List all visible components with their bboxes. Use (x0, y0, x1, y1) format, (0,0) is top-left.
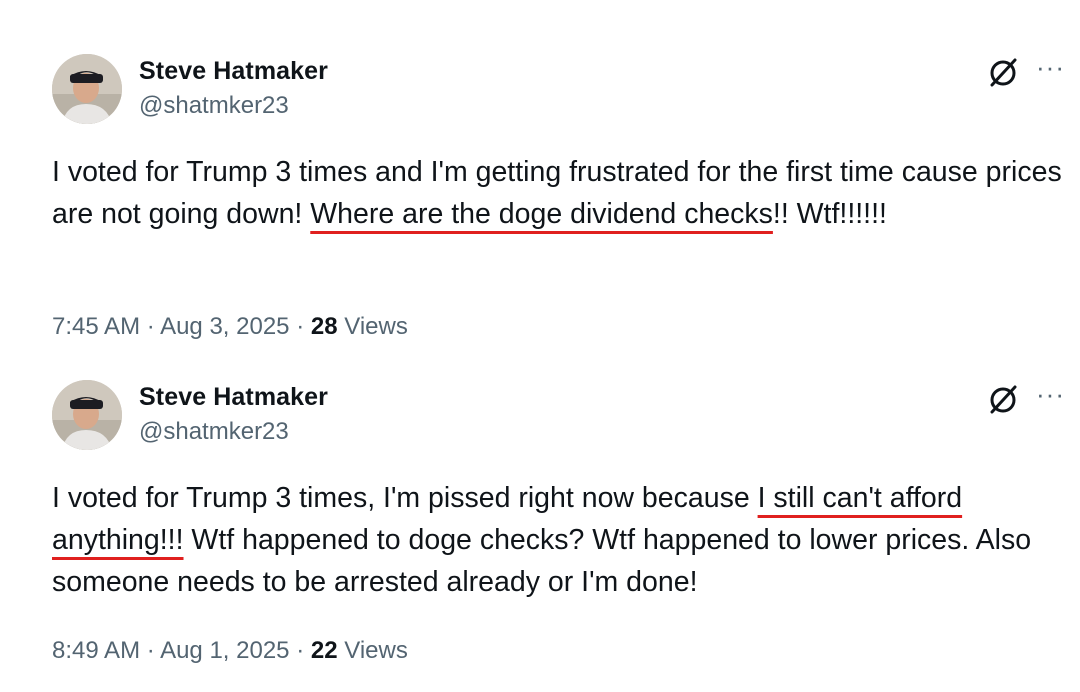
more-options-icon[interactable]: ··· (1036, 52, 1065, 83)
more-options-icon[interactable]: ··· (1036, 379, 1065, 410)
separator: · (296, 637, 305, 664)
tweet-text-part: I voted for Trump 3 times, I'm pissed ri… (52, 482, 758, 514)
tweet-2[interactable]: Steve Hatmaker @shatmker23 ··· I voted f… (0, 360, 1080, 692)
views-label: Views (344, 313, 408, 340)
avatar[interactable] (52, 380, 122, 450)
tweet-time[interactable]: 8:49 AM (52, 637, 140, 664)
tweet-meta: 8:49 AM · Aug 1, 2025 · 22 Views (52, 637, 408, 665)
avatar-photo (52, 54, 122, 124)
separator: · (146, 637, 155, 664)
author-handle[interactable]: @shatmker23 (139, 92, 289, 120)
views-count: 22 (310, 637, 338, 664)
tweet-text-part: !! Wtf!!!!!! (772, 198, 887, 230)
tweet-text: I voted for Trump 3 times and I'm gettin… (52, 151, 1062, 235)
views-label: Views (344, 637, 408, 664)
author-name[interactable]: Steve Hatmaker (139, 383, 328, 412)
separator: · (146, 313, 155, 340)
tweet-date[interactable]: Aug 3, 2025 (160, 313, 289, 340)
tweet-text: I voted for Trump 3 times, I'm pissed ri… (52, 477, 1062, 603)
separator: · (296, 313, 305, 340)
tweet-text-part: Wtf happened to doge checks? Wtf happene… (52, 524, 1032, 598)
tweet-date[interactable]: Aug 1, 2025 (160, 637, 289, 664)
tweet-time[interactable]: 7:45 AM (52, 313, 140, 340)
avatar-photo (52, 380, 122, 450)
grok-icon[interactable] (986, 56, 1020, 90)
underlined-text: Where are the doge dividend checks (310, 198, 773, 230)
tweet-1[interactable]: Steve Hatmaker @shatmker23 ··· I voted f… (0, 0, 1080, 360)
author-handle[interactable]: @shatmker23 (139, 418, 289, 446)
tweet-meta: 7:45 AM · Aug 3, 2025 · 28 Views (52, 313, 408, 341)
views-count: 28 (310, 313, 338, 340)
grok-icon[interactable] (986, 383, 1020, 417)
author-name[interactable]: Steve Hatmaker (139, 57, 328, 86)
avatar[interactable] (52, 54, 122, 124)
